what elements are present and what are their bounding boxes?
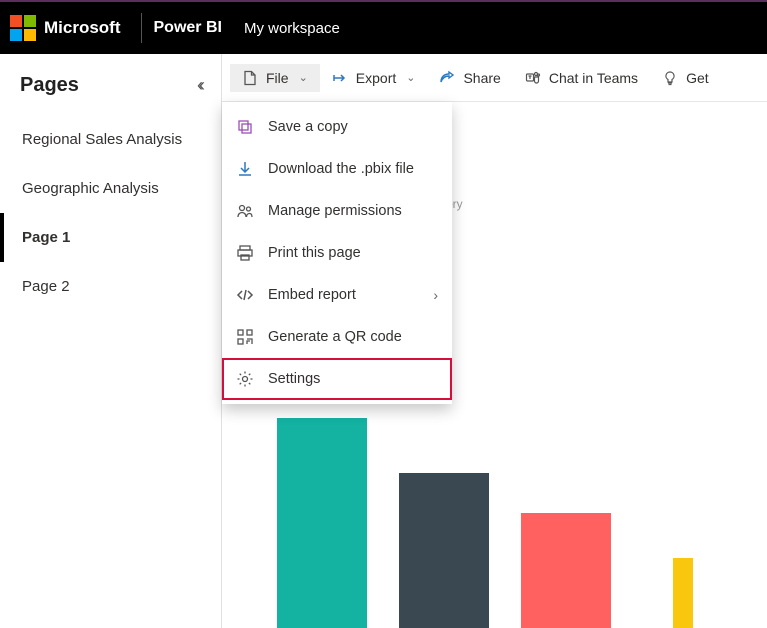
menu-item-label: Print this page <box>268 245 361 261</box>
menu-item-label: Download the .pbix file <box>268 161 414 177</box>
share-label: Share <box>463 70 500 86</box>
pages-list: Regional Sales AnalysisGeographic Analys… <box>0 115 221 311</box>
chart-bar <box>673 558 693 628</box>
workspace-breadcrumb[interactable]: My workspace <box>244 20 340 37</box>
export-menu-button[interactable]: Export ⌄ <box>320 64 428 92</box>
top-bar: Microsoft Power BI My workspace <box>0 0 767 54</box>
file-icon <box>242 70 258 86</box>
menu-item-generate-qr-code[interactable]: Generate a QR code <box>222 316 452 358</box>
chart-bar <box>277 418 367 628</box>
bar-chart-partial <box>222 418 767 628</box>
menu-item-label: Save a copy <box>268 119 348 135</box>
copy-icon <box>236 118 254 136</box>
get-insights-button-partial[interactable]: Get <box>650 64 721 92</box>
chart-bar <box>521 513 611 628</box>
menu-item-label: Manage permissions <box>268 203 402 219</box>
menu-item-settings[interactable]: Settings <box>222 358 452 400</box>
collapse-sidebar-icon[interactable]: ‹‹ <box>199 75 207 96</box>
menu-item-label: Settings <box>268 371 320 387</box>
report-toolbar: File ⌄ Export ⌄ Share <box>222 54 767 102</box>
microsoft-brand-label: Microsoft <box>44 18 121 38</box>
download-icon <box>236 160 254 178</box>
chevron-down-icon: ⌄ <box>299 71 308 84</box>
divider <box>141 13 142 43</box>
menu-item-download-pbix[interactable]: Download the .pbix file <box>222 148 452 190</box>
people-icon <box>236 202 254 220</box>
page-item[interactable]: Regional Sales Analysis <box>0 115 221 164</box>
menu-item-embed-report[interactable]: Embed report › <box>222 274 452 316</box>
product-name[interactable]: Power BI <box>154 19 222 37</box>
page-item[interactable]: Geographic Analysis <box>0 164 221 213</box>
export-menu-label: Export <box>356 70 396 86</box>
chevron-down-icon: ⌄ <box>406 71 415 84</box>
file-dropdown-menu: Save a copy Download the .pbix file Mana… <box>222 102 452 404</box>
menu-item-print-this-page[interactable]: Print this page <box>222 232 452 274</box>
pages-sidebar: Pages ‹‹ Regional Sales AnalysisGeograph… <box>0 54 222 628</box>
menu-item-label: Embed report <box>268 287 356 303</box>
chevron-right-icon: › <box>433 287 438 303</box>
menu-item-save-a-copy[interactable]: Save a copy <box>222 106 452 148</box>
menu-item-label: Generate a QR code <box>268 329 402 345</box>
page-item[interactable]: Page 2 <box>0 262 221 311</box>
chat-in-teams-label: Chat in Teams <box>549 70 638 86</box>
chart-bar <box>399 473 489 628</box>
share-icon <box>439 70 455 86</box>
gear-icon <box>236 370 254 388</box>
get-insights-label: Get <box>686 70 709 86</box>
sidebar-title: Pages <box>20 74 79 97</box>
print-icon <box>236 244 254 262</box>
page-item[interactable]: Page 1 <box>0 213 221 262</box>
share-button[interactable]: Share <box>427 64 512 92</box>
file-menu-label: File <box>266 70 289 86</box>
microsoft-logo-icon <box>10 15 36 41</box>
export-icon <box>332 70 348 86</box>
teams-icon <box>525 70 541 86</box>
chat-in-teams-button[interactable]: Chat in Teams <box>513 64 650 92</box>
lightbulb-icon <box>662 70 678 86</box>
file-menu-button[interactable]: File ⌄ <box>230 64 320 92</box>
qr-code-icon <box>236 328 254 346</box>
code-icon <box>236 286 254 304</box>
menu-item-manage-permissions[interactable]: Manage permissions <box>222 190 452 232</box>
